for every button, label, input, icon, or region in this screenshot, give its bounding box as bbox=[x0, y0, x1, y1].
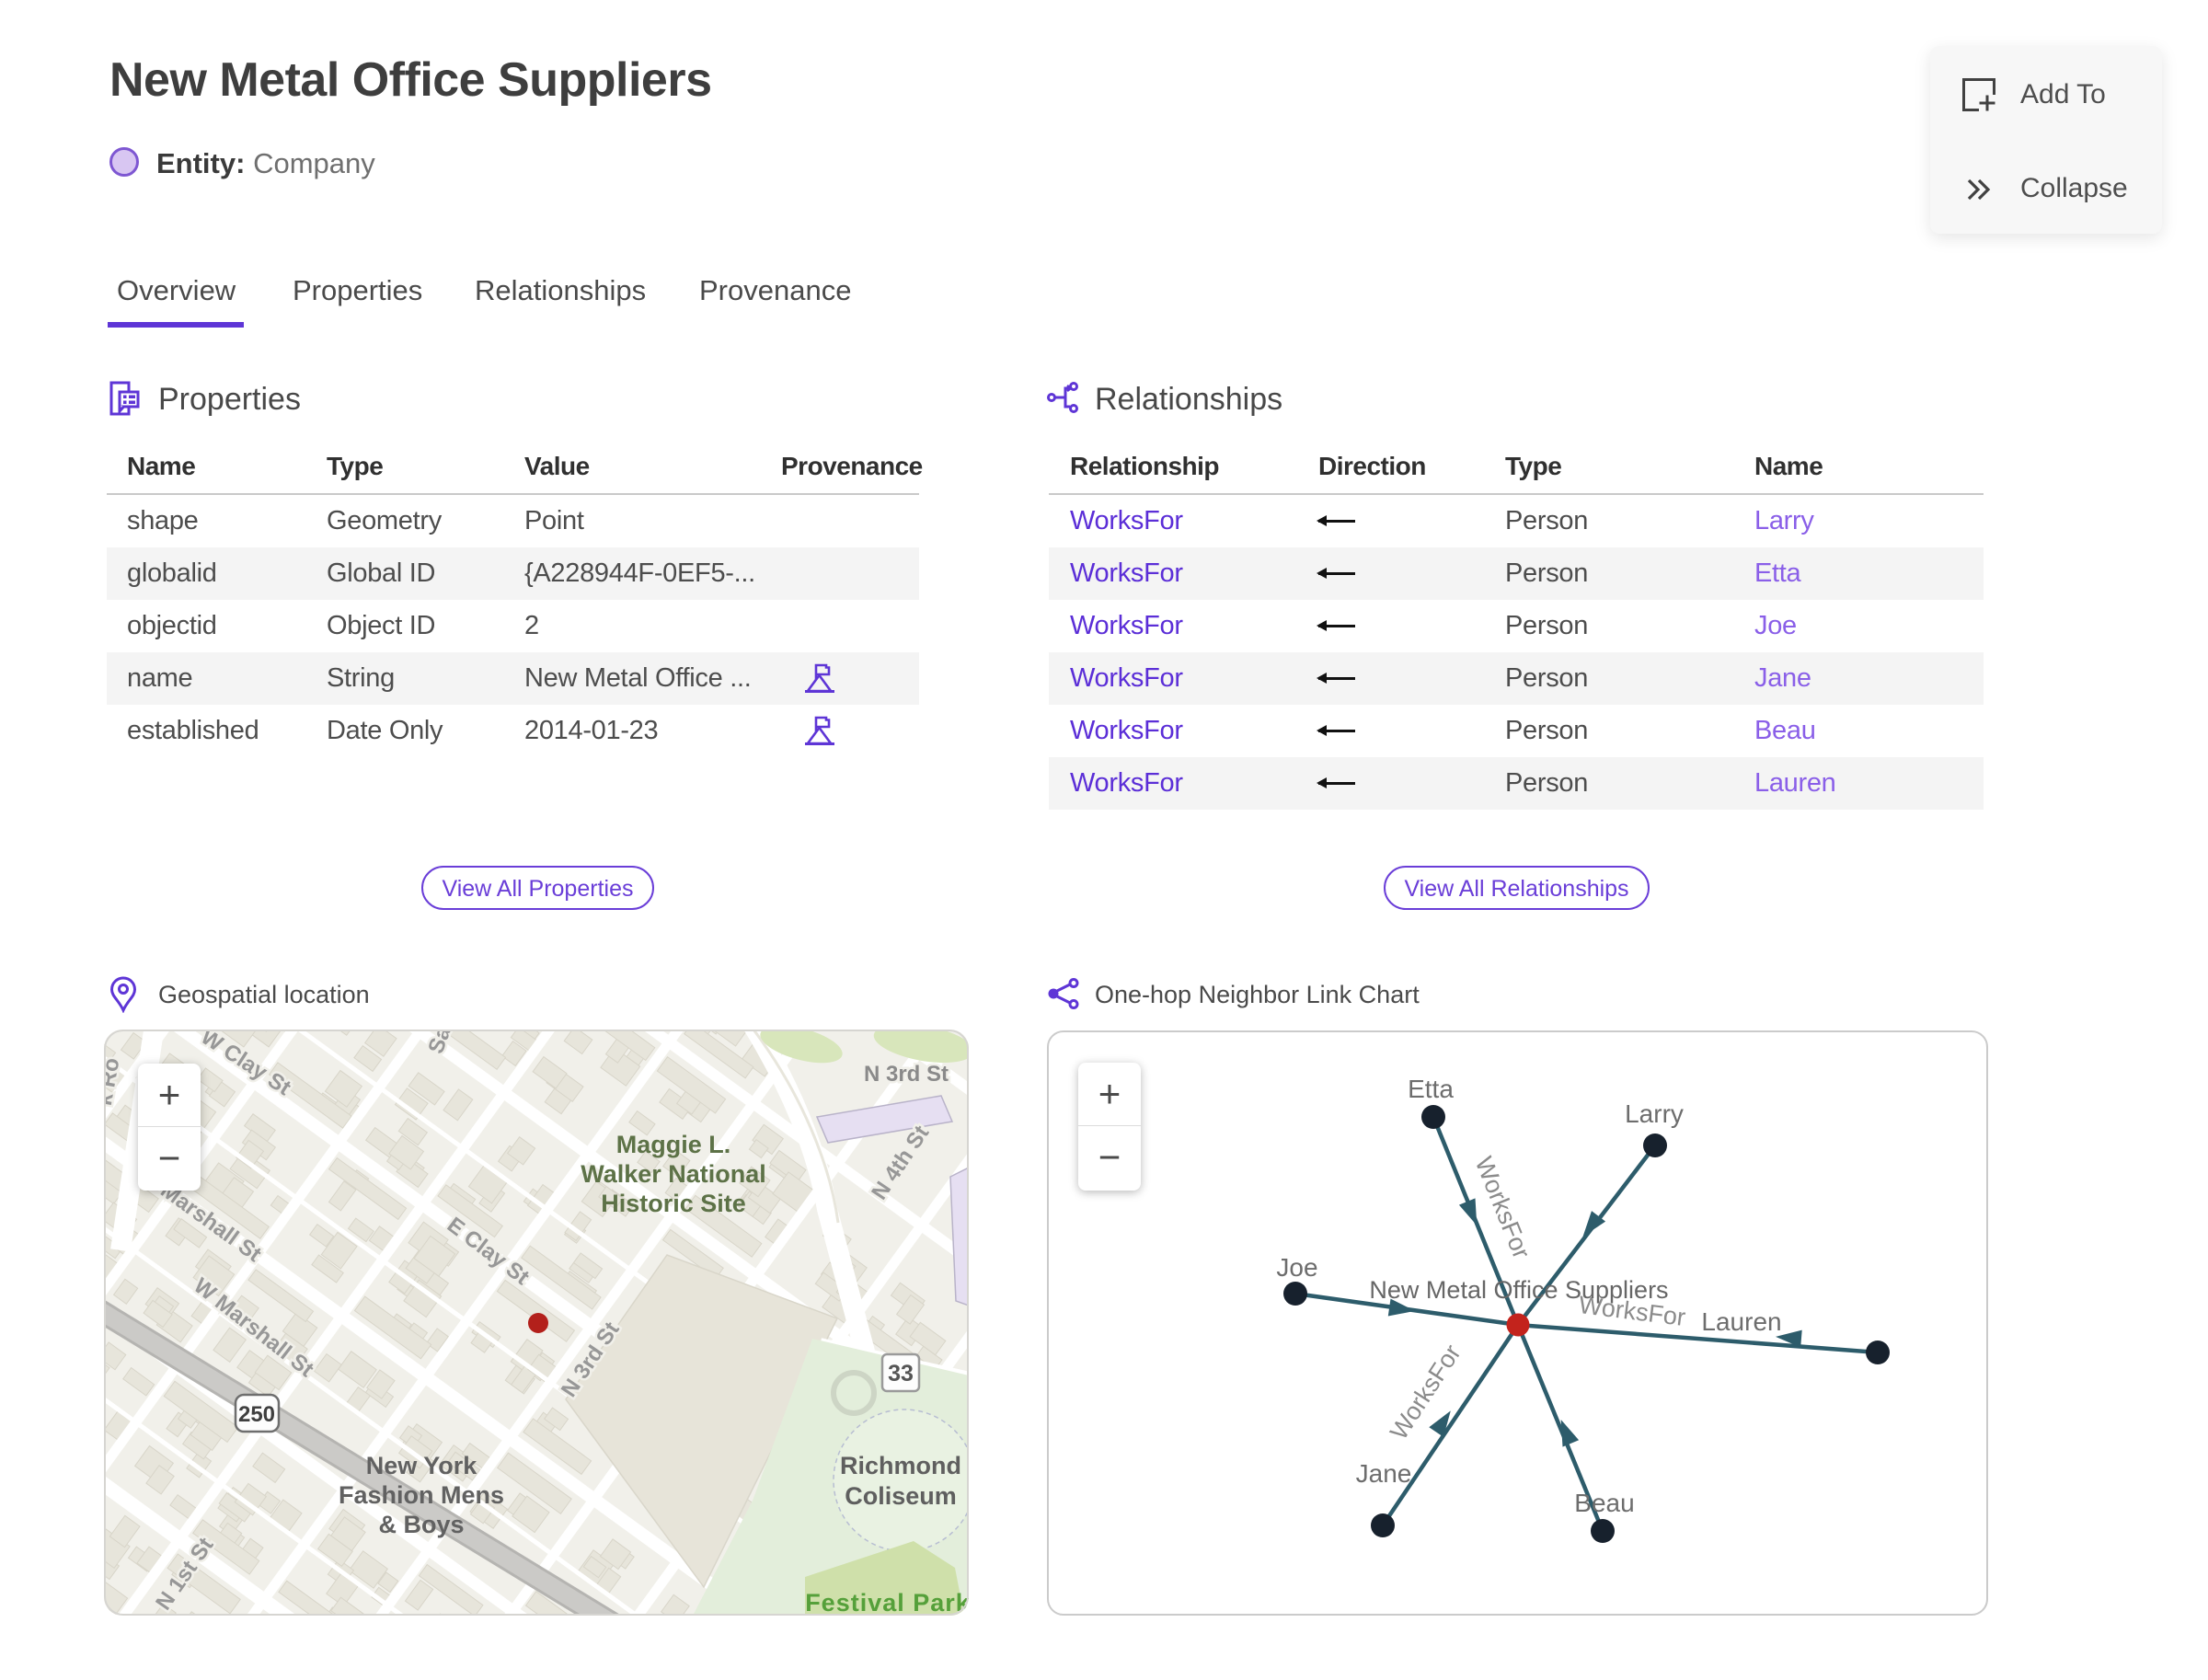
svg-text:Joe: Joe bbox=[1276, 1253, 1317, 1282]
svg-text:250: 250 bbox=[238, 1402, 275, 1427]
svg-text:Historic Site: Historic Site bbox=[601, 1190, 746, 1217]
svg-text:Festival Park: Festival Park bbox=[805, 1589, 969, 1616]
svg-text:Beau: Beau bbox=[1574, 1489, 1634, 1517]
svg-text:Maggie L.: Maggie L. bbox=[616, 1131, 731, 1158]
svg-text:Jane: Jane bbox=[1356, 1459, 1412, 1488]
svg-text:WorksFor: WorksFor bbox=[1385, 1340, 1466, 1444]
svg-text:Etta: Etta bbox=[1408, 1075, 1454, 1103]
svg-text:Walker National: Walker National bbox=[581, 1160, 766, 1188]
svg-text:WorksFor: WorksFor bbox=[1470, 1153, 1535, 1262]
svg-text:33: 33 bbox=[888, 1361, 914, 1387]
svg-text:Richmond: Richmond bbox=[840, 1452, 961, 1479]
svg-text:& Boys: & Boys bbox=[378, 1511, 464, 1538]
svg-text:New York: New York bbox=[366, 1452, 478, 1479]
svg-text:Lauren: Lauren bbox=[1701, 1307, 1781, 1336]
svg-text:New Metal Office Suppliers: New Metal Office Suppliers bbox=[1369, 1276, 1668, 1304]
svg-text:Fashion Mens: Fashion Mens bbox=[339, 1481, 504, 1509]
svg-text:Coliseum: Coliseum bbox=[845, 1482, 957, 1510]
svg-text:N 3rd St: N 3rd St bbox=[864, 1062, 949, 1087]
svg-text:Larry: Larry bbox=[1625, 1099, 1684, 1128]
